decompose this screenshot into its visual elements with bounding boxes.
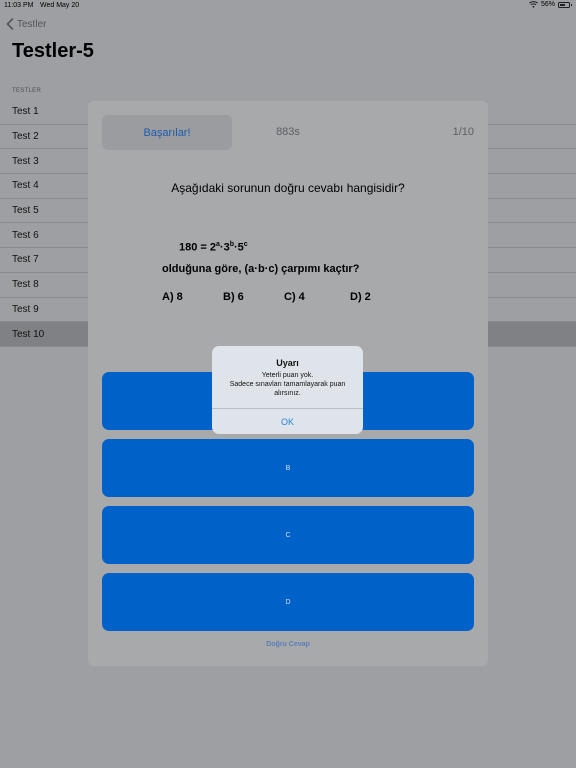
correct-answer-link[interactable]: Doğru Cevap [88, 641, 488, 648]
list-item-label: Test 6 [12, 229, 39, 241]
alert-message-line-2: Sadece sınavları tamamlayarak puan alırs… [229, 381, 346, 397]
choice-b-text: B) 6 [223, 291, 244, 303]
equation-lhs: 180 = 2 [179, 241, 217, 254]
alert-title: Uyarı [276, 358, 299, 368]
list-item-label: Test 3 [12, 155, 39, 167]
list-item-label: Test 1 [12, 106, 39, 118]
choice-c-text: C) 4 [284, 291, 305, 303]
alert-ok-button[interactable]: OK [212, 408, 363, 434]
question-prompt: olduğuna göre, (a·b·c) çarpımı kaçtır? [162, 263, 360, 275]
status-bar: 11:03 PM Wed May 20 56% [0, 0, 576, 12]
wifi-icon [529, 1, 538, 8]
question-counter: 1/10 [452, 126, 474, 138]
list-item-label: Test 2 [12, 131, 39, 143]
back-button[interactable]: Testler [6, 18, 46, 30]
list-item-label: Test 8 [12, 279, 39, 291]
answer-button-b[interactable]: B [102, 439, 474, 497]
status-right: 56% [529, 1, 572, 8]
question-equation: 180 = 2a·3b·5c [179, 241, 248, 254]
page-title: Testler-5 [12, 40, 94, 62]
question-choices: A) 8 B) 6 C) 4 D) 2 [162, 291, 422, 305]
status-date: Wed May 20 [40, 2, 80, 9]
list-item-label: Test 7 [12, 254, 39, 266]
battery-icon [558, 1, 572, 8]
list-item-label: Test 4 [12, 180, 39, 192]
alert-message-line-1: Yeterli puan yok. [261, 372, 314, 379]
list-item-label: Test 10 [12, 328, 45, 340]
list-item-label: Test 9 [12, 303, 39, 315]
status-time: 11:03 PM [4, 2, 34, 9]
battery-percent: 56% [540, 1, 555, 8]
alert-dialog: Uyarı Yeterli puan yok. Sadece sınavları… [212, 346, 363, 434]
timer-label: 883s [276, 126, 300, 138]
chevron-left-icon [6, 18, 14, 30]
answer-button-d[interactable]: D [102, 573, 474, 631]
basarilar-button[interactable]: Başarılar! [102, 115, 232, 150]
equation-part-5: ·5 [233, 241, 244, 254]
answer-button-c[interactable]: C [102, 506, 474, 564]
alert-message: Yeterli puan yok. Sadece sınavları tamam… [220, 371, 355, 398]
question-text: Aşağıdaki sorunun doğru cevabı hangisidi… [171, 181, 405, 195]
section-header: TESTLER [12, 88, 42, 94]
choice-d-text: D) 2 [350, 291, 371, 303]
equation-part-3: ·3 [219, 241, 230, 254]
back-label: Testler [17, 18, 47, 30]
exponent-c: c [243, 241, 248, 248]
list-item-label: Test 5 [12, 205, 39, 217]
choice-a-text: A) 8 [162, 291, 183, 303]
